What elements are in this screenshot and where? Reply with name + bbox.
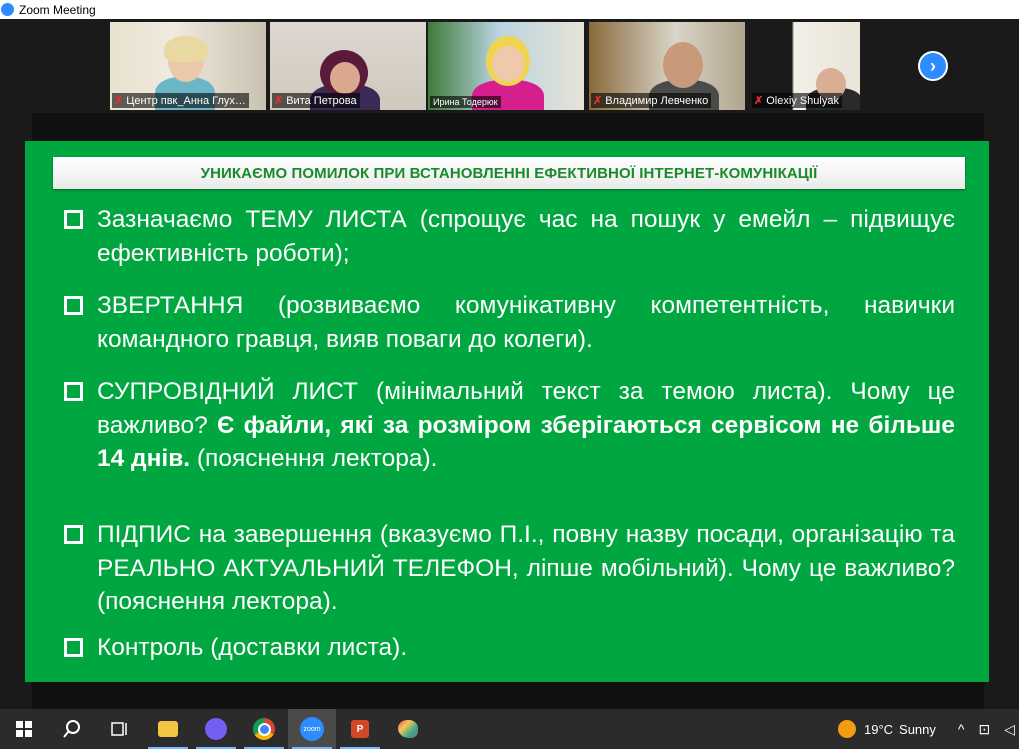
participant-tile[interactable]: ✗ Владимир Левченко bbox=[589, 22, 745, 110]
participant-name: ✗ Olexiy Shulyak bbox=[752, 93, 842, 108]
checkbox-bullet-icon bbox=[64, 296, 83, 316]
paint-palette-icon bbox=[398, 720, 418, 738]
checkbox-bullet-icon bbox=[64, 382, 83, 402]
chevron-up-icon[interactable]: ^ bbox=[958, 721, 965, 737]
chrome-button[interactable] bbox=[240, 709, 288, 749]
participant-name: ✗ Вита Петрова bbox=[272, 93, 360, 108]
mic-muted-icon: ✗ bbox=[114, 95, 124, 107]
powerpoint-button[interactable]: P bbox=[336, 709, 384, 749]
participant-name: ✗ Владимир Левченко bbox=[591, 93, 712, 108]
zoom-icon: zoom bbox=[300, 717, 324, 741]
zoom-app-icon bbox=[1, 3, 14, 16]
volume-icon[interactable]: ◁ bbox=[1004, 721, 1015, 738]
powerpoint-icon: P bbox=[351, 720, 369, 738]
participant-name: ✗ Центр пвк_Анна Глух… bbox=[112, 93, 249, 108]
participant-tile[interactable]: ✗ Вита Петрова bbox=[270, 22, 426, 110]
checkbox-bullet-icon bbox=[64, 637, 83, 657]
slide-heading-banner: УНИКАЄМО ПОМИЛОК ПРИ ВСТАНОВЛЕННІ ЕФЕКТИ… bbox=[53, 157, 965, 189]
network-icon[interactable]: ⊡ bbox=[978, 721, 990, 738]
task-view-icon bbox=[111, 722, 127, 736]
start-button[interactable] bbox=[0, 709, 48, 749]
zoom-taskbar-button[interactable]: zoom bbox=[288, 709, 336, 749]
search-button[interactable] bbox=[48, 709, 96, 749]
participant-video-strip: ✗ Центр пвк_Анна Глух… ✗ Вита Петрова Ирин… bbox=[0, 19, 1019, 111]
windows-logo-icon bbox=[16, 721, 32, 737]
bullet-item: Зазначаємо ТЕМУ ЛИСТА (спрощує час на по… bbox=[63, 203, 955, 270]
bullet-item: ПІДПИС на завершення (вказуємо П.І., пов… bbox=[63, 518, 955, 619]
presentation-slide: УНИКАЄМО ПОМИЛОК ПРИ ВСТАНОВЛЕННІ ЕФЕКТИ… bbox=[25, 141, 989, 682]
chrome-icon bbox=[253, 718, 275, 740]
slide-heading: УНИКАЄМО ПОМИЛОК ПРИ ВСТАНОВЛЕННІ ЕФЕКТИ… bbox=[200, 164, 818, 182]
system-tray: 19°C Sunny ^ ⊡ ◁ bbox=[837, 709, 1019, 749]
weather-temperature[interactable]: 19°C bbox=[864, 722, 893, 737]
bullet-item: СУПРОВІДНИЙ ЛИСТ (мінімальний текст за т… bbox=[63, 375, 955, 476]
bullet-item: Контроль (доставки листа). bbox=[63, 631, 955, 665]
mic-muted-icon: ✗ bbox=[274, 95, 284, 107]
participant-tile[interactable]: ✗ Olexiy Shulyak bbox=[750, 22, 860, 110]
participant-tile[interactable]: ✗ Центр пвк_Анна Глух… bbox=[110, 22, 266, 110]
bullet-item: ЗВЕРТАННЯ (розвиваємо комунікативну комп… bbox=[63, 289, 955, 356]
paint-button[interactable] bbox=[384, 709, 432, 749]
mic-muted-icon: ✗ bbox=[754, 95, 764, 107]
mic-muted-icon: ✗ bbox=[593, 95, 603, 107]
checkbox-bullet-icon bbox=[64, 210, 83, 229]
next-participants-button[interactable]: › bbox=[918, 51, 948, 81]
participant-name: Ирина Тодерюк bbox=[430, 96, 501, 108]
weather-sun-icon bbox=[837, 720, 856, 738]
participant-tile[interactable]: Ирина Тодерюк bbox=[428, 22, 584, 110]
task-view-button[interactable] bbox=[96, 709, 144, 749]
slide-bullet-list: Зазначаємо ТЕМУ ЛИСТА (спрощує час на по… bbox=[63, 203, 955, 664]
window-titlebar: Zoom Meeting bbox=[0, 0, 1019, 19]
folder-icon bbox=[158, 721, 178, 737]
weather-condition[interactable]: Sunny bbox=[899, 722, 936, 737]
checkbox-bullet-icon bbox=[64, 524, 83, 544]
window-title: Zoom Meeting bbox=[19, 2, 96, 17]
search-icon bbox=[63, 720, 80, 738]
file-explorer-button[interactable] bbox=[144, 709, 192, 749]
viber-icon bbox=[205, 718, 227, 740]
windows-taskbar: zoom P 19°C Sunny ^ ⊡ ◁ bbox=[0, 709, 1019, 749]
chevron-right-icon: › bbox=[930, 55, 936, 76]
viber-button[interactable] bbox=[192, 709, 240, 749]
